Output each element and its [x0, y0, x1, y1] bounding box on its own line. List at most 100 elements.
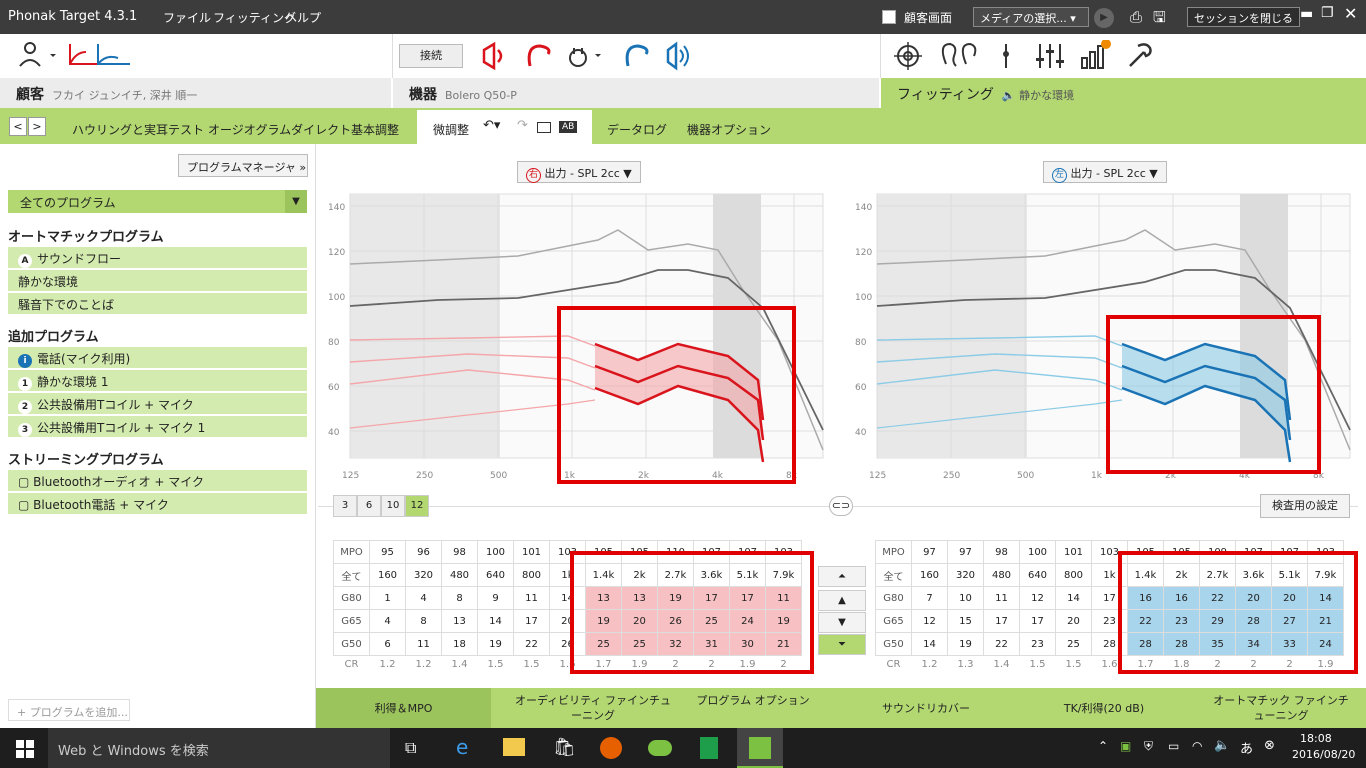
- g80-cell[interactable]: 11: [513, 586, 550, 610]
- g80-cell[interactable]: 22: [1199, 586, 1236, 610]
- media-select-dropdown[interactable]: メディアの選択... ▾: [973, 7, 1089, 27]
- mpo-cell[interactable]: 107: [1271, 540, 1308, 564]
- g65-cell[interactable]: 17: [1019, 609, 1056, 633]
- program-item[interactable]: 静かな環境: [8, 270, 307, 292]
- g50-cell[interactable]: 22: [513, 632, 550, 656]
- client-section[interactable]: 顧客 フカイ ジュンイチ, 深井 順一: [0, 78, 391, 108]
- device-section[interactable]: 機器 Bolero Q50-P: [393, 78, 879, 108]
- g50-cell[interactable]: 33: [1271, 632, 1308, 656]
- mpo-cell[interactable]: 100: [477, 540, 514, 564]
- g50-cell[interactable]: 18: [441, 632, 478, 656]
- windows-start-icon[interactable]: [16, 740, 34, 758]
- mpo-cell[interactable]: 103: [1091, 540, 1128, 564]
- mpo-cell[interactable]: 95: [369, 540, 406, 564]
- g80-cell[interactable]: 1: [369, 586, 406, 610]
- ime-icon[interactable]: あ: [1240, 738, 1253, 757]
- tray-app-icon[interactable]: ▣: [1120, 739, 1131, 753]
- notification-icon[interactable]: ⊗: [1264, 738, 1275, 753]
- g65-cell[interactable]: 13: [441, 609, 478, 633]
- mpo-cell[interactable]: 110: [657, 540, 694, 564]
- left-output-dropdown[interactable]: 左 出力 - SPL 2cc ▼: [1043, 161, 1167, 183]
- g80-cell[interactable]: 7: [911, 586, 948, 610]
- close-icon[interactable]: ✕: [1344, 4, 1357, 23]
- right-output-dropdown[interactable]: 右 出力 - SPL 2cc ▼: [517, 161, 641, 183]
- mpo-cell[interactable]: 103: [1307, 540, 1344, 564]
- mpo-cell[interactable]: 103: [549, 540, 586, 564]
- undo-icon[interactable]: ↶▾: [483, 118, 500, 133]
- g80-cell[interactable]: 14: [549, 586, 586, 610]
- g50-cell[interactable]: 22: [983, 632, 1020, 656]
- restore-icon[interactable]: ❐: [1321, 5, 1334, 21]
- mpo-cell[interactable]: 96: [405, 540, 442, 564]
- g65-cell[interactable]: 24: [729, 609, 766, 633]
- g50-cell[interactable]: 19: [947, 632, 984, 656]
- wifi-icon[interactable]: ◠: [1192, 739, 1202, 753]
- program-item[interactable]: 2 公共設備用Tコイル + マイク: [8, 393, 307, 415]
- tab-audibility-fine-tuning[interactable]: オーディビリティ ファインチューニング: [513, 688, 673, 728]
- mpo-cell[interactable]: 100: [1019, 540, 1056, 564]
- g80-cell[interactable]: 13: [621, 586, 658, 610]
- tray-security-icon[interactable]: ⛨: [1144, 739, 1153, 754]
- g80-cell[interactable]: 19: [657, 586, 694, 610]
- program-item[interactable]: 騒音下でのことば: [8, 293, 307, 315]
- g50-cell[interactable]: 28: [1091, 632, 1128, 656]
- tab-tk-gain[interactable]: TK/利得(20 dB): [1034, 688, 1174, 728]
- menu-help[interactable]: ヘルプ: [285, 9, 321, 26]
- g50-cell[interactable]: 25: [621, 632, 658, 656]
- channel-10-button[interactable]: 10: [381, 495, 405, 517]
- g50-cell[interactable]: 25: [585, 632, 622, 656]
- g80-cell[interactable]: 11: [765, 586, 802, 610]
- g65-cell[interactable]: 22: [1127, 609, 1164, 633]
- tab-datalog[interactable]: データログ: [607, 108, 667, 144]
- g65-cell[interactable]: 12: [911, 609, 948, 633]
- g80-cell[interactable]: 11: [983, 586, 1020, 610]
- program-item[interactable]: ▢ Bluetooth電話 + マイク: [8, 493, 307, 515]
- battery-icon[interactable]: ▭: [1168, 739, 1179, 753]
- g65-cell[interactable]: 27: [1271, 609, 1308, 633]
- g50-cell[interactable]: 25: [1055, 632, 1092, 656]
- g65-cell[interactable]: 15: [947, 609, 984, 633]
- g50-cell[interactable]: 32: [657, 632, 694, 656]
- g65-cell[interactable]: 4: [369, 609, 406, 633]
- snapshot-icon[interactable]: [537, 122, 551, 133]
- notebook-icon[interactable]: [700, 737, 718, 759]
- tab-basic-tuning[interactable]: 基本調整: [351, 108, 399, 144]
- file-explorer-icon[interactable]: [503, 738, 525, 756]
- mpo-cell[interactable]: 105: [585, 540, 622, 564]
- channel-12-button[interactable]: 12: [405, 495, 429, 517]
- program-item[interactable]: A サウンドフロー: [8, 247, 307, 269]
- g65-cell[interactable]: 17: [513, 609, 550, 633]
- mpo-cell[interactable]: 105: [621, 540, 658, 564]
- mpo-cell[interactable]: 101: [1055, 540, 1092, 564]
- g65-cell[interactable]: 19: [765, 609, 802, 633]
- task-view-icon[interactable]: ⧉: [405, 738, 416, 758]
- fitting-section[interactable]: フィッティング 🔈 静かな環境: [881, 78, 1366, 108]
- g80-cell[interactable]: 17: [729, 586, 766, 610]
- g65-cell[interactable]: 26: [657, 609, 694, 633]
- arrow-up-icon[interactable]: ▲: [818, 590, 866, 611]
- tab-sound-recover[interactable]: サウンドリカバー: [856, 688, 996, 728]
- g50-cell[interactable]: 24: [1307, 632, 1344, 656]
- arrow-down-icon[interactable]: ▼: [818, 612, 866, 633]
- mpo-cell[interactable]: 97: [947, 540, 984, 564]
- left-ear-chart[interactable]: 140 120 100 80 60 40 125 250 500 1k 2k 4k 8k: [845, 190, 1355, 480]
- g80-cell[interactable]: 10: [947, 586, 984, 610]
- g50-cell[interactable]: 28: [1163, 632, 1200, 656]
- program-item[interactable]: ▢ Bluetoothオーディオ + マイク: [8, 470, 307, 492]
- all-programs-dropdown[interactable]: 全てのプログラム ▼: [8, 190, 307, 213]
- g50-cell[interactable]: 30: [729, 632, 766, 656]
- minimize-icon[interactable]: ▬: [1300, 6, 1313, 22]
- g50-cell[interactable]: 34: [1235, 632, 1272, 656]
- cloud-app-icon[interactable]: [648, 740, 672, 756]
- mpo-cell[interactable]: 97: [911, 540, 948, 564]
- g80-cell[interactable]: 20: [1235, 586, 1272, 610]
- g65-cell[interactable]: 20: [621, 609, 658, 633]
- g50-cell[interactable]: 21: [765, 632, 802, 656]
- g80-cell[interactable]: 14: [1307, 586, 1344, 610]
- mpo-cell[interactable]: 107: [1235, 540, 1272, 564]
- mpo-cell[interactable]: 109: [1199, 540, 1236, 564]
- g65-cell[interactable]: 20: [549, 609, 586, 633]
- g80-cell[interactable]: 12: [1019, 586, 1056, 610]
- g65-cell[interactable]: 23: [1091, 609, 1128, 633]
- arrow-down-all-icon[interactable]: ⏷: [818, 634, 866, 655]
